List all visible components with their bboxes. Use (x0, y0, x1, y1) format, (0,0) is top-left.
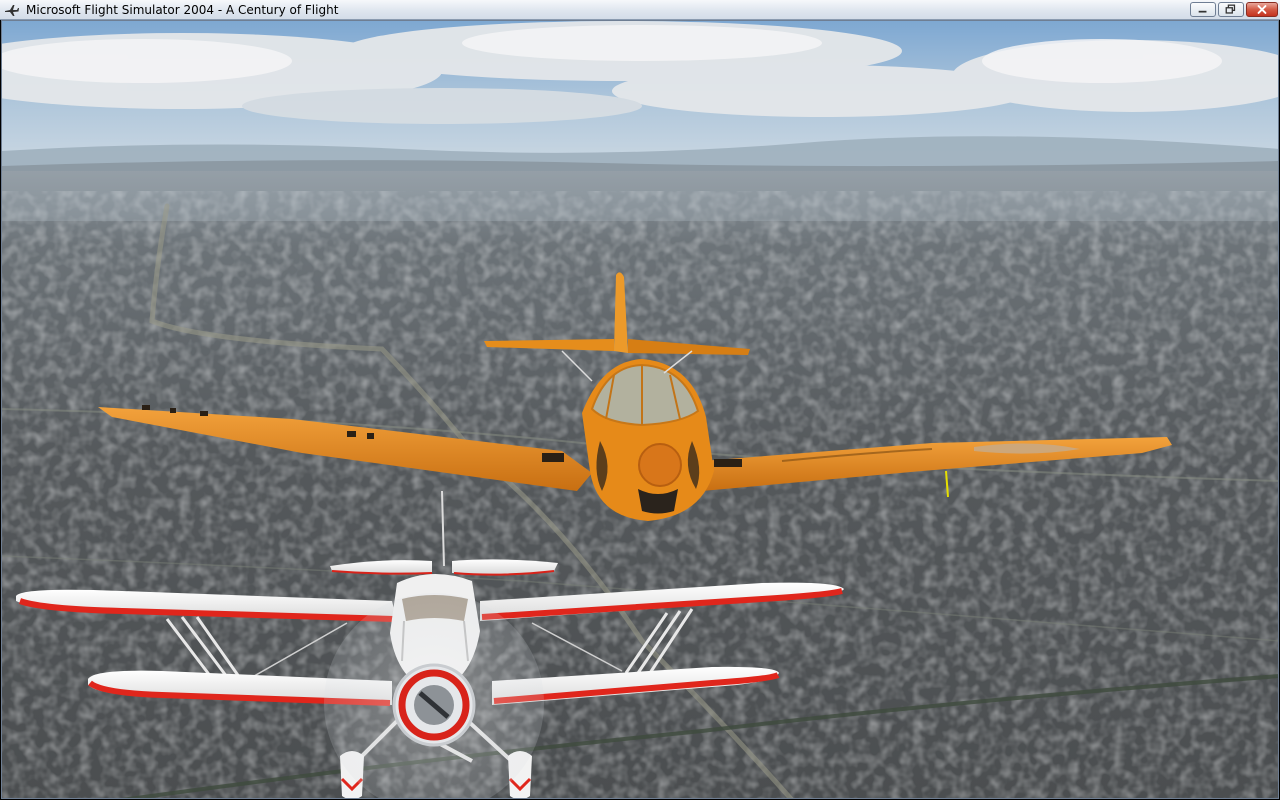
close-icon (1257, 5, 1267, 14)
title-bar[interactable]: Microsoft Flight Simulator 2004 - A Cent… (0, 0, 1280, 20)
minimize-icon (1198, 10, 1207, 13)
airplane-icon (5, 5, 19, 16)
flight-view[interactable] (1, 20, 1279, 799)
restore-button[interactable] (1218, 2, 1244, 17)
window-title: Microsoft Flight Simulator 2004 - A Cent… (26, 3, 339, 17)
minimize-button[interactable] (1190, 2, 1216, 17)
flight-sim-window: Microsoft Flight Simulator 2004 - A Cent… (0, 0, 1280, 800)
scene-render (2, 21, 1278, 798)
close-button[interactable] (1246, 2, 1278, 17)
restore-icon (1225, 4, 1236, 14)
